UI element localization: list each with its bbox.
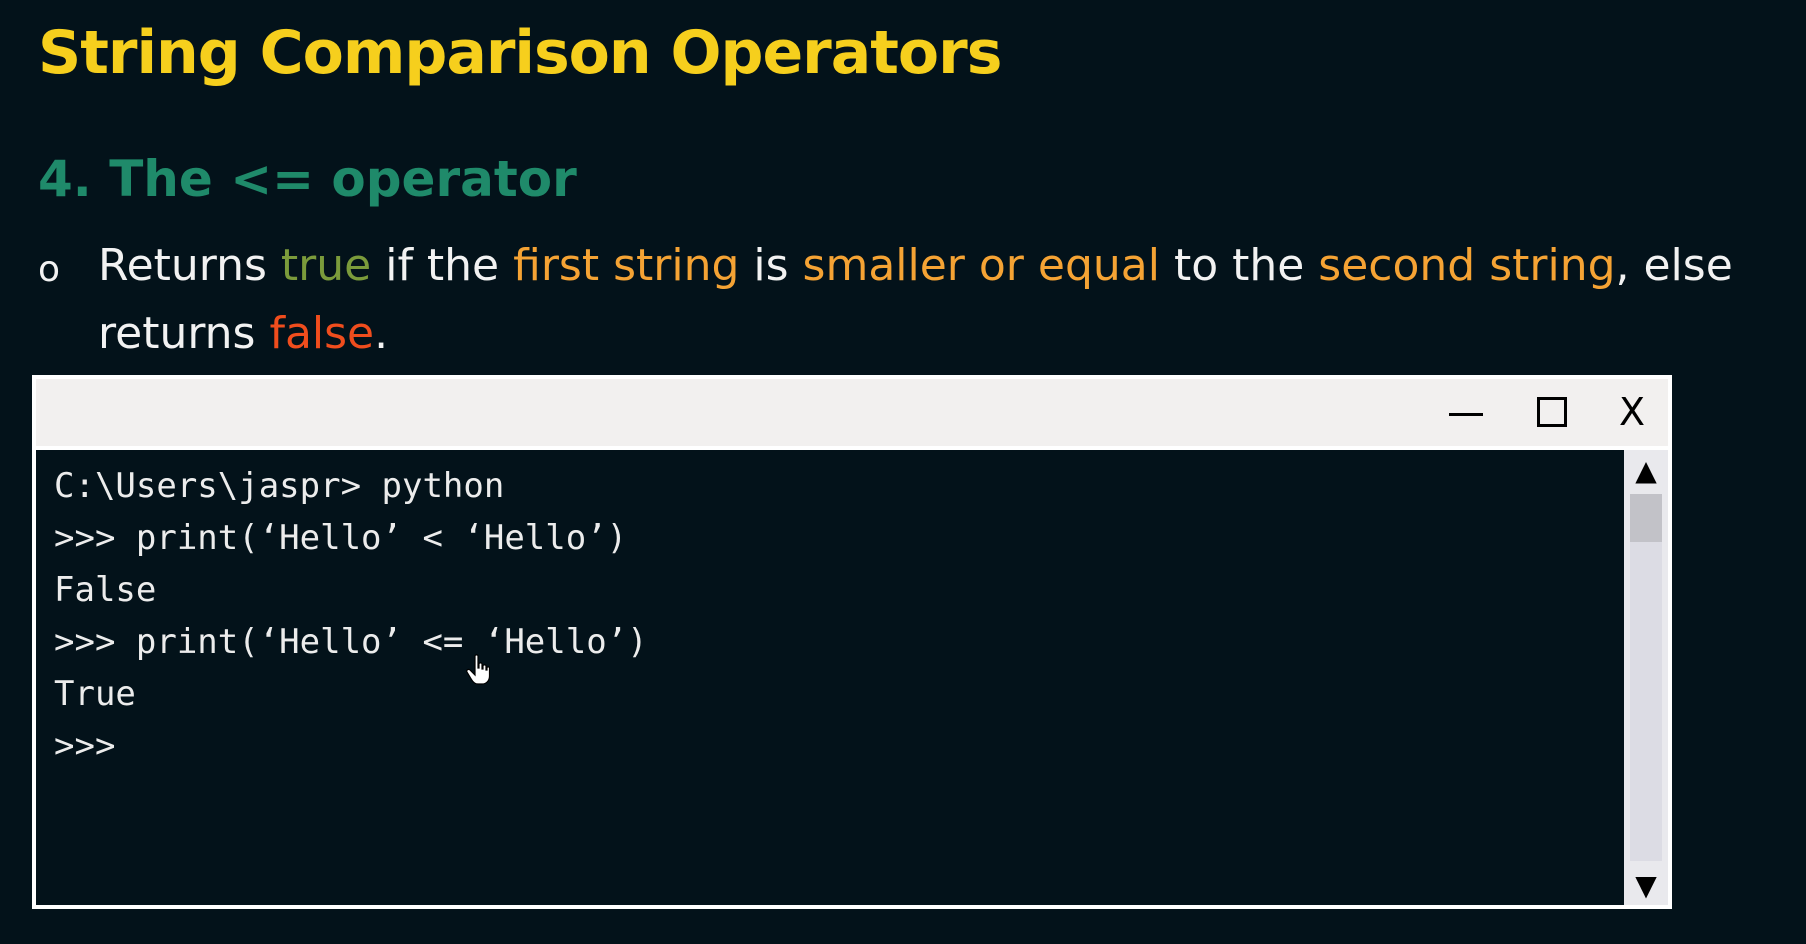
bullet-part: Returns (98, 240, 281, 291)
bullet-point: o Returns true if the first string is sm… (38, 232, 1778, 368)
console-line: >>> print(‘Hello’ < ‘Hello’) (54, 518, 628, 558)
slide-subtitle: 4. The <= operator (38, 150, 577, 208)
close-button[interactable]: X (1602, 387, 1662, 437)
console-line: True (54, 674, 136, 714)
bullet-part: is (739, 240, 803, 291)
scroll-thumb[interactable] (1630, 494, 1662, 542)
slide-title: String Comparison Operators (38, 18, 1002, 88)
scroll-up-arrow-icon[interactable]: ▲ (1624, 450, 1668, 490)
minimize-button[interactable] (1436, 387, 1496, 437)
console-prompt[interactable]: >>> (54, 720, 1624, 772)
window-titlebar[interactable]: X (36, 379, 1668, 446)
bullet-highlight-smaller-or-equal: smaller or equal (802, 240, 1160, 291)
console-line: >>> print(‘Hello’ <= ‘Hello’) (54, 622, 648, 662)
bullet-keyword-true: true (280, 240, 372, 291)
bullet-part: if the (371, 240, 514, 291)
bullet-highlight-first-string: first string (513, 240, 740, 291)
maximize-button[interactable] (1522, 387, 1582, 437)
minimize-icon (1449, 412, 1483, 416)
scroll-track[interactable] (1630, 494, 1662, 861)
console-line: C:\Users\jaspr> python (54, 466, 505, 506)
bullet-part: to the (1159, 240, 1319, 291)
bullet-marker: o (38, 249, 61, 290)
scroll-down-arrow-icon[interactable]: ▼ (1624, 865, 1668, 905)
console-line: False (54, 570, 157, 610)
console-output[interactable]: C:\Users\jaspr> python >>> print(‘Hello’… (36, 450, 1624, 905)
maximize-icon (1537, 397, 1567, 427)
terminal-window: X C:\Users\jaspr> python >>> print(‘Hell… (32, 375, 1672, 909)
bullet-part: . (374, 308, 389, 359)
vertical-scrollbar[interactable]: ▲ ▼ (1624, 450, 1668, 905)
hand-pointer-cursor-icon (466, 654, 490, 685)
bullet-text: Returns true if the first string is smal… (98, 232, 1778, 368)
bullet-highlight-second-string: second string (1318, 240, 1616, 291)
bullet-keyword-false: false (269, 308, 375, 359)
